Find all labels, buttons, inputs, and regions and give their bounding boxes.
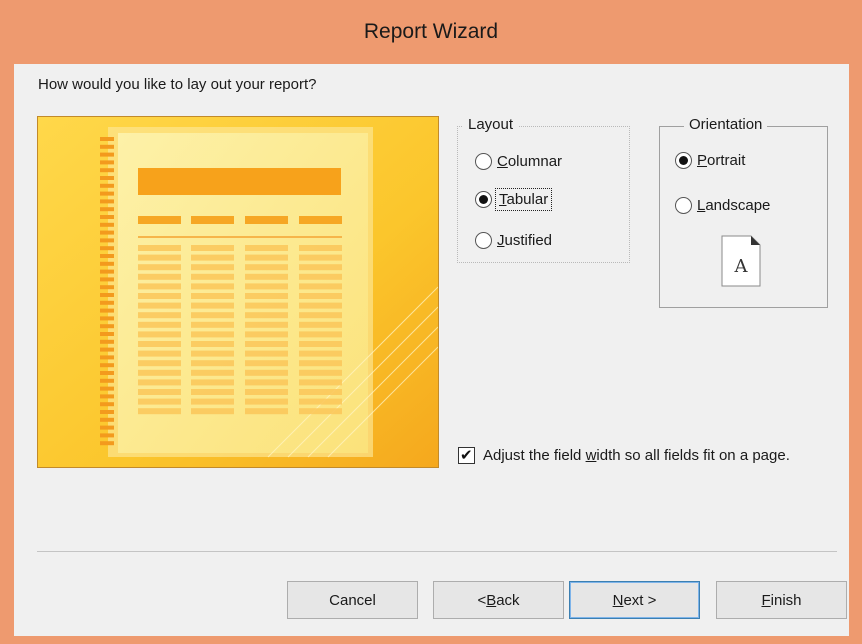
layout-legend: Layout — [463, 116, 519, 133]
next-button[interactable]: Next > — [569, 581, 700, 619]
title-bar: Report Wizard — [0, 0, 862, 64]
radio-label-portrait: Portrait — [697, 152, 746, 169]
portrait-page-icon: A — [721, 235, 761, 291]
back-button[interactable]: < Back — [433, 581, 564, 619]
page-icon-letter: A — [734, 256, 749, 277]
radio-label-tabular: Tabular — [494, 188, 553, 211]
radio-button[interactable] — [475, 232, 492, 249]
radio-button[interactable] — [475, 153, 492, 170]
radio-label-columnar: Columnar — [497, 153, 563, 170]
orientation-radio-landscape[interactable]: Landscape — [675, 197, 770, 214]
adjust-field-width-option[interactable]: Adjust the field width so all fields fit… — [458, 445, 828, 467]
radio-button-selected[interactable] — [675, 152, 692, 169]
window-title: Report Wizard — [363, 20, 499, 43]
layout-radio-justified[interactable]: Justified — [475, 232, 552, 249]
orientation-legend: Orientation — [684, 116, 768, 133]
finish-button[interactable]: Finish — [716, 581, 847, 619]
dialog-body: How would you like to lay out your repor… — [14, 64, 849, 636]
adjust-field-width-checkbox[interactable] — [458, 446, 475, 464]
radio-button-selected[interactable] — [475, 191, 492, 208]
layout-radio-columnar[interactable]: Columnar — [475, 153, 562, 170]
layout-prompt: How would you like to lay out your repor… — [38, 76, 317, 93]
adjust-field-width-label: Adjust the field width so all fields fit… — [483, 447, 790, 464]
orientation-radio-portrait[interactable]: Portrait — [675, 152, 745, 169]
radio-label-landscape: Landscape — [697, 197, 771, 214]
button-separator — [37, 551, 837, 552]
cancel-button[interactable]: Cancel — [287, 581, 418, 619]
radio-button[interactable] — [675, 197, 692, 214]
layout-radio-tabular[interactable]: Tabular — [475, 188, 553, 211]
layout-preview-image — [37, 116, 439, 468]
radio-label-justified: Justified — [497, 232, 553, 249]
